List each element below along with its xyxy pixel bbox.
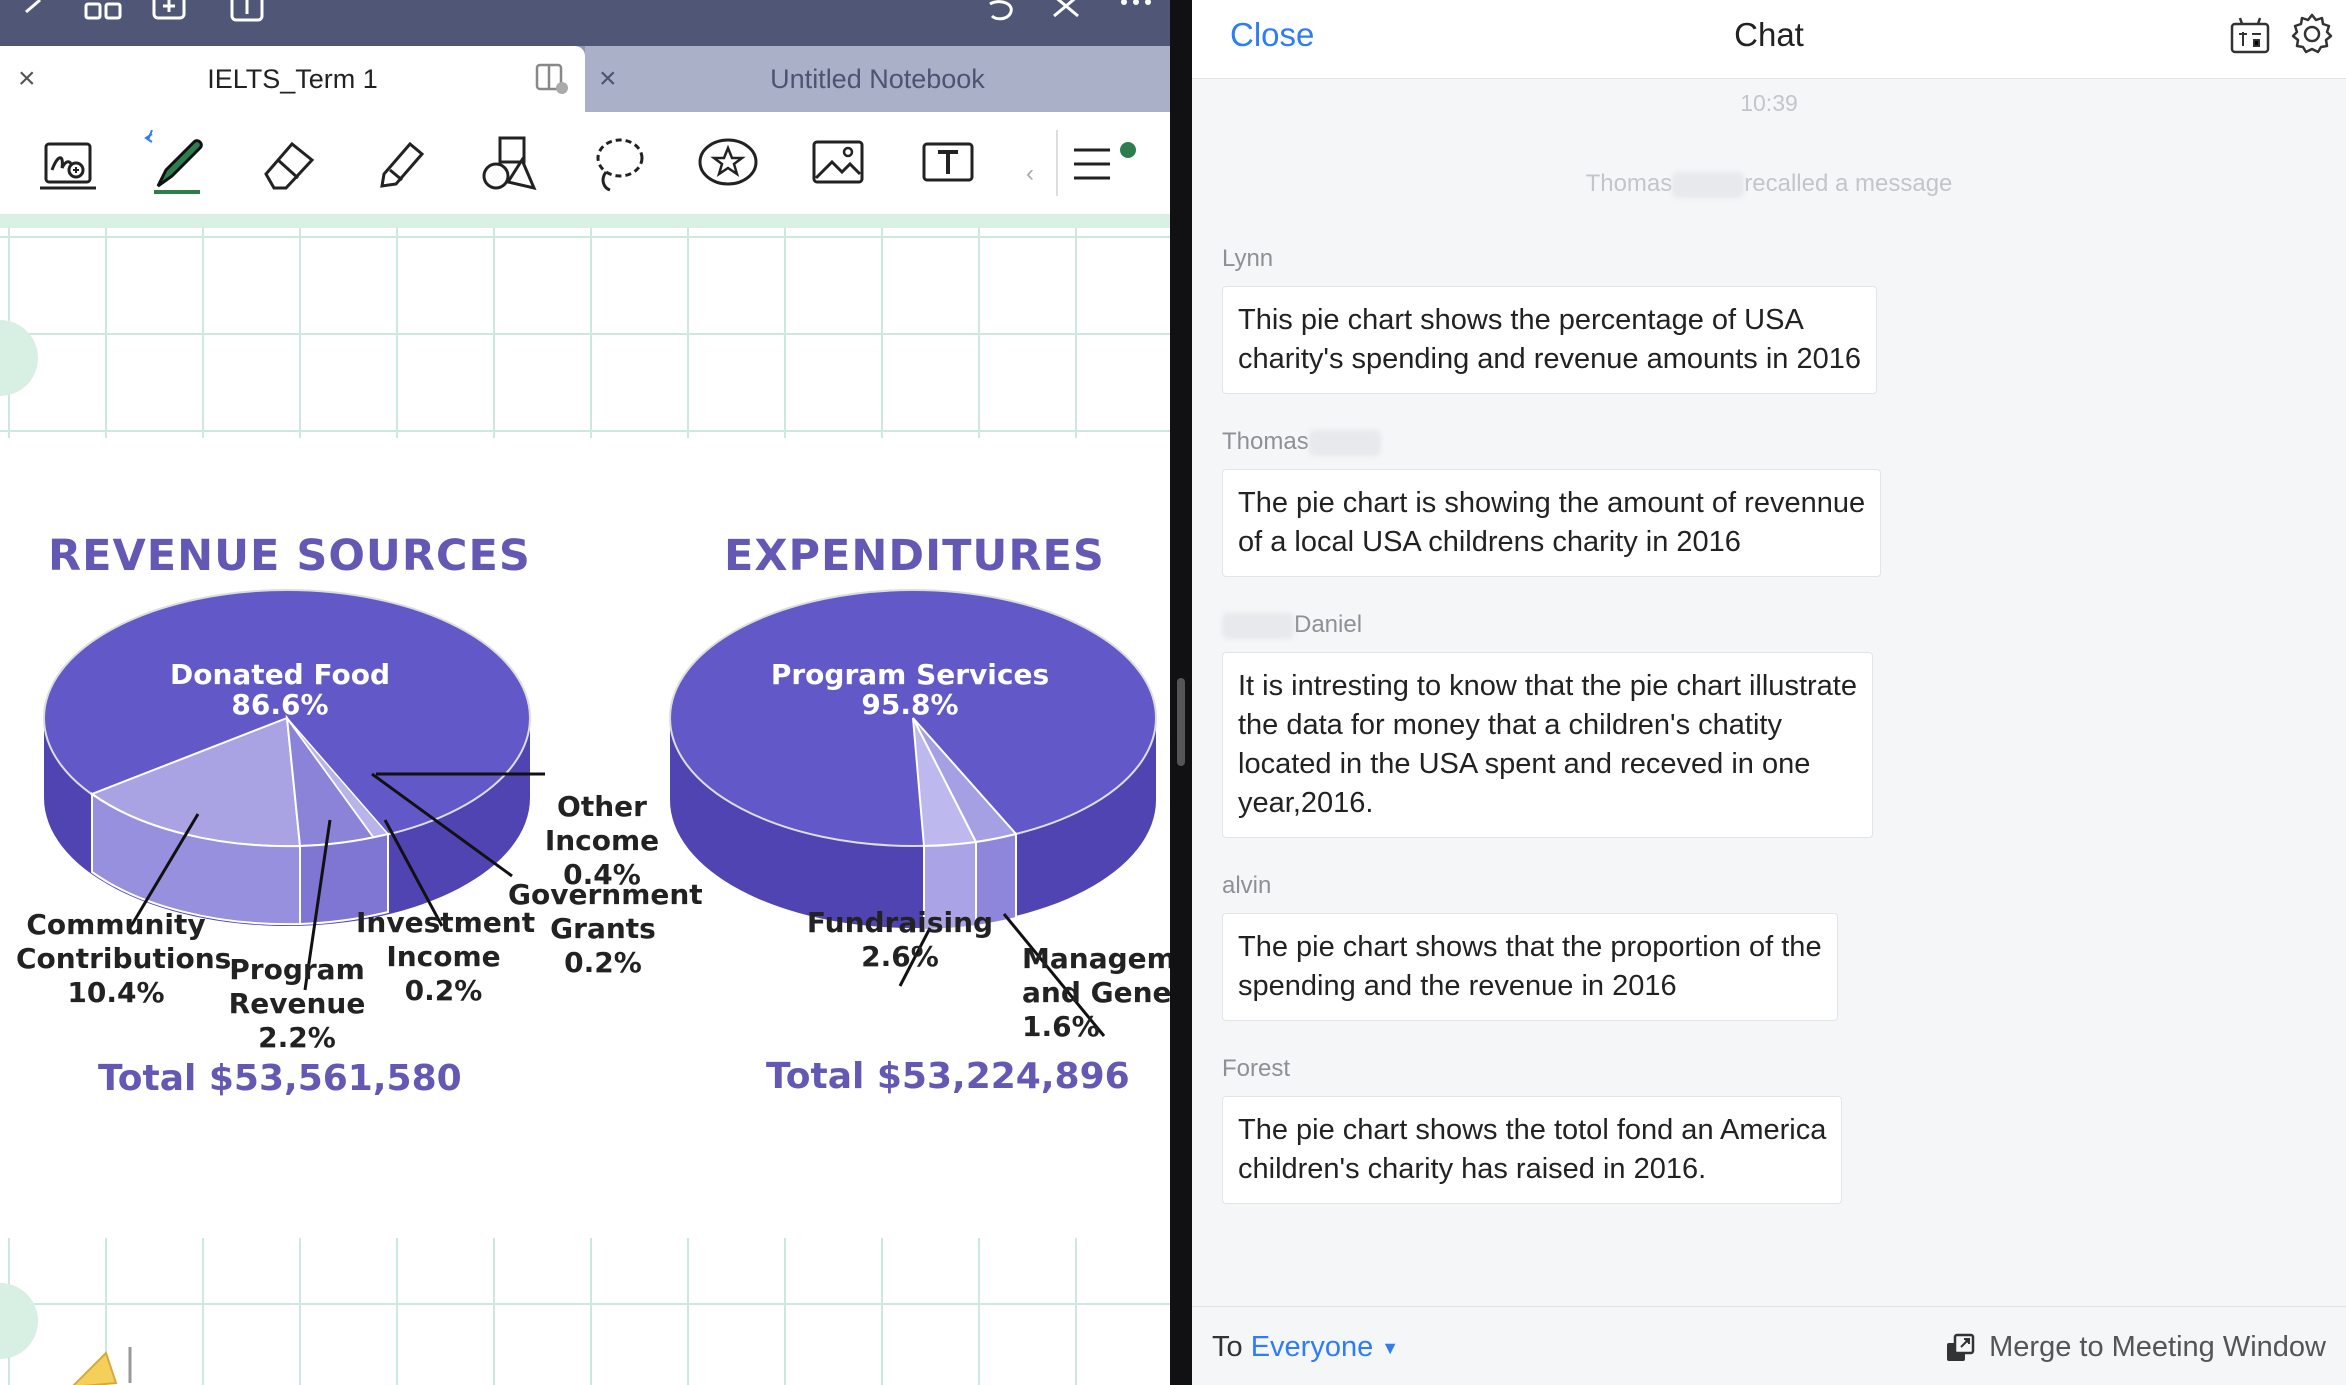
chat-footer: To Everyone ▼ Merge to Meeting Window	[1192, 1306, 2346, 1385]
chat-title: Chat	[1734, 16, 1804, 53]
tab-ielts-term-1[interactable]: × IELTS_Term 1	[0, 46, 585, 112]
scroll-left-icon[interactable]: ‹	[1026, 160, 1034, 188]
recall-notice: Thomas recalled a message	[1192, 170, 2346, 198]
message-sender: Thomas	[1222, 428, 1381, 456]
shapes-icon[interactable]	[472, 130, 544, 196]
merge-to-meeting-button[interactable]: Merge to Meeting Window	[1945, 1331, 2326, 1364]
merge-window-icon	[1947, 1333, 1975, 1361]
recipient-dropdown[interactable]: Everyone	[1251, 1331, 1374, 1363]
message-sender: Forest	[1222, 1055, 1291, 1082]
label-other-income: Other Income 0.4%	[544, 790, 660, 891]
message-bubble[interactable]: It is intresting to know that the pie ch…	[1222, 652, 1873, 838]
recipient-prefix: To	[1212, 1331, 1243, 1363]
recipient-selector[interactable]: To Everyone ▼	[1212, 1331, 1399, 1364]
pie-charts-image[interactable]: REVENUE SOURCES EXPENDITURES Donated Foo…	[0, 438, 1170, 1238]
more-options-icon[interactable]	[1118, 0, 1158, 22]
back-icon[interactable]	[18, 0, 48, 22]
text-box-icon[interactable]	[912, 130, 984, 196]
close-icon[interactable]: ×	[18, 64, 48, 94]
page-hole-decoration	[0, 1283, 38, 1359]
recall-text: recalled a message	[1744, 170, 1953, 197]
tab-label: Untitled Notebook	[770, 63, 985, 94]
tab-label: IELTS_Term 1	[207, 63, 378, 94]
chat-panel: Close Chat 10:39 Thomas recalled a messag…	[1192, 0, 2346, 1385]
revenue-total: Total $53,561,580	[98, 1058, 462, 1099]
image-icon[interactable]	[802, 130, 874, 196]
merge-label: Merge to Meeting Window	[1989, 1331, 2326, 1363]
notes-title-bar	[0, 0, 1170, 50]
page-hole-decoration	[0, 320, 38, 396]
label-program-services: Program Services 95.8%	[770, 658, 1050, 721]
add-page-icon[interactable]	[150, 0, 190, 22]
message-bubble[interactable]: This pie chart shows the percentage of U…	[1222, 286, 1878, 394]
message-sender: alvin	[1222, 872, 1272, 899]
label-donated-food: Donated Food 86.6%	[170, 658, 390, 721]
split-view-handle[interactable]	[1177, 678, 1185, 766]
blurred-name	[1308, 429, 1381, 456]
page-top-strip	[0, 214, 1170, 228]
label-investment-income: Investment Income 0.2%	[356, 906, 536, 1007]
toolbar-separator	[1056, 130, 1058, 196]
label-government-grants: Government Grants 0.2%	[508, 878, 703, 979]
undo-icon[interactable]	[980, 0, 1020, 22]
star-sticker-icon	[66, 1343, 136, 1385]
blurred-name	[1222, 612, 1294, 639]
lasso-icon[interactable]	[582, 130, 654, 196]
pen-icon[interactable]	[140, 129, 212, 196]
message-bubble[interactable]: The pie chart shows the totol fond an Am…	[1222, 1096, 1843, 1204]
caret-down-icon[interactable]: ▼	[1381, 1338, 1399, 1358]
share-icon[interactable]	[228, 0, 268, 22]
close-icon[interactable]: ×	[599, 64, 629, 94]
expenditures-total: Total $53,224,896	[766, 1056, 1130, 1097]
zoom-writing-icon[interactable]	[32, 130, 104, 196]
notebook-canvas[interactable]: REVENUE SOURCES EXPENDITURES Donated Foo…	[0, 228, 1170, 1385]
notes-app: × IELTS_Term 1 × Untitled Notebook ‹ REV…	[0, 0, 1170, 1385]
highlighter-icon[interactable]	[362, 130, 434, 196]
message-bubble[interactable]: The pie chart shows that the proportion …	[1222, 913, 1838, 1021]
label-community-contributions: Community Contributions 10.4%	[16, 908, 232, 1009]
label-fundraising: Fundraising 2.6%	[806, 906, 994, 973]
message-timestamp: 10:39	[1740, 90, 1798, 116]
tab-untitled-notebook[interactable]: × Untitled Notebook	[585, 46, 1170, 112]
close-notebook-icon[interactable]	[1050, 0, 1084, 22]
split-view-icon[interactable]	[535, 63, 569, 95]
label-management: Managem and Gene 1.6%	[1022, 942, 1170, 1043]
announcement-icon[interactable]	[2228, 14, 2272, 58]
split-view-divider	[1170, 0, 1192, 1385]
blurred-name	[1672, 171, 1745, 198]
notebook-tab-bar: × IELTS_Term 1 × Untitled Notebook	[0, 46, 1170, 112]
grid-view-icon[interactable]	[84, 0, 124, 22]
drawing-toolbar: ‹	[0, 112, 1170, 215]
recall-sender: Thomas	[1585, 170, 1673, 197]
eraser-icon[interactable]	[252, 130, 324, 196]
label-program-revenue: Program Revenue 2.2%	[228, 953, 366, 1054]
gear-icon[interactable]	[2290, 12, 2334, 56]
more-menu-icon[interactable]	[1068, 130, 1140, 196]
message-bubble[interactable]: The pie chart is showing the amount of r…	[1222, 469, 1882, 577]
chat-header: Close Chat	[1192, 0, 2346, 79]
message-sender: Lynn	[1222, 245, 1274, 272]
message-sender: Daniel	[1222, 611, 1362, 639]
sticker-icon[interactable]	[692, 130, 764, 196]
